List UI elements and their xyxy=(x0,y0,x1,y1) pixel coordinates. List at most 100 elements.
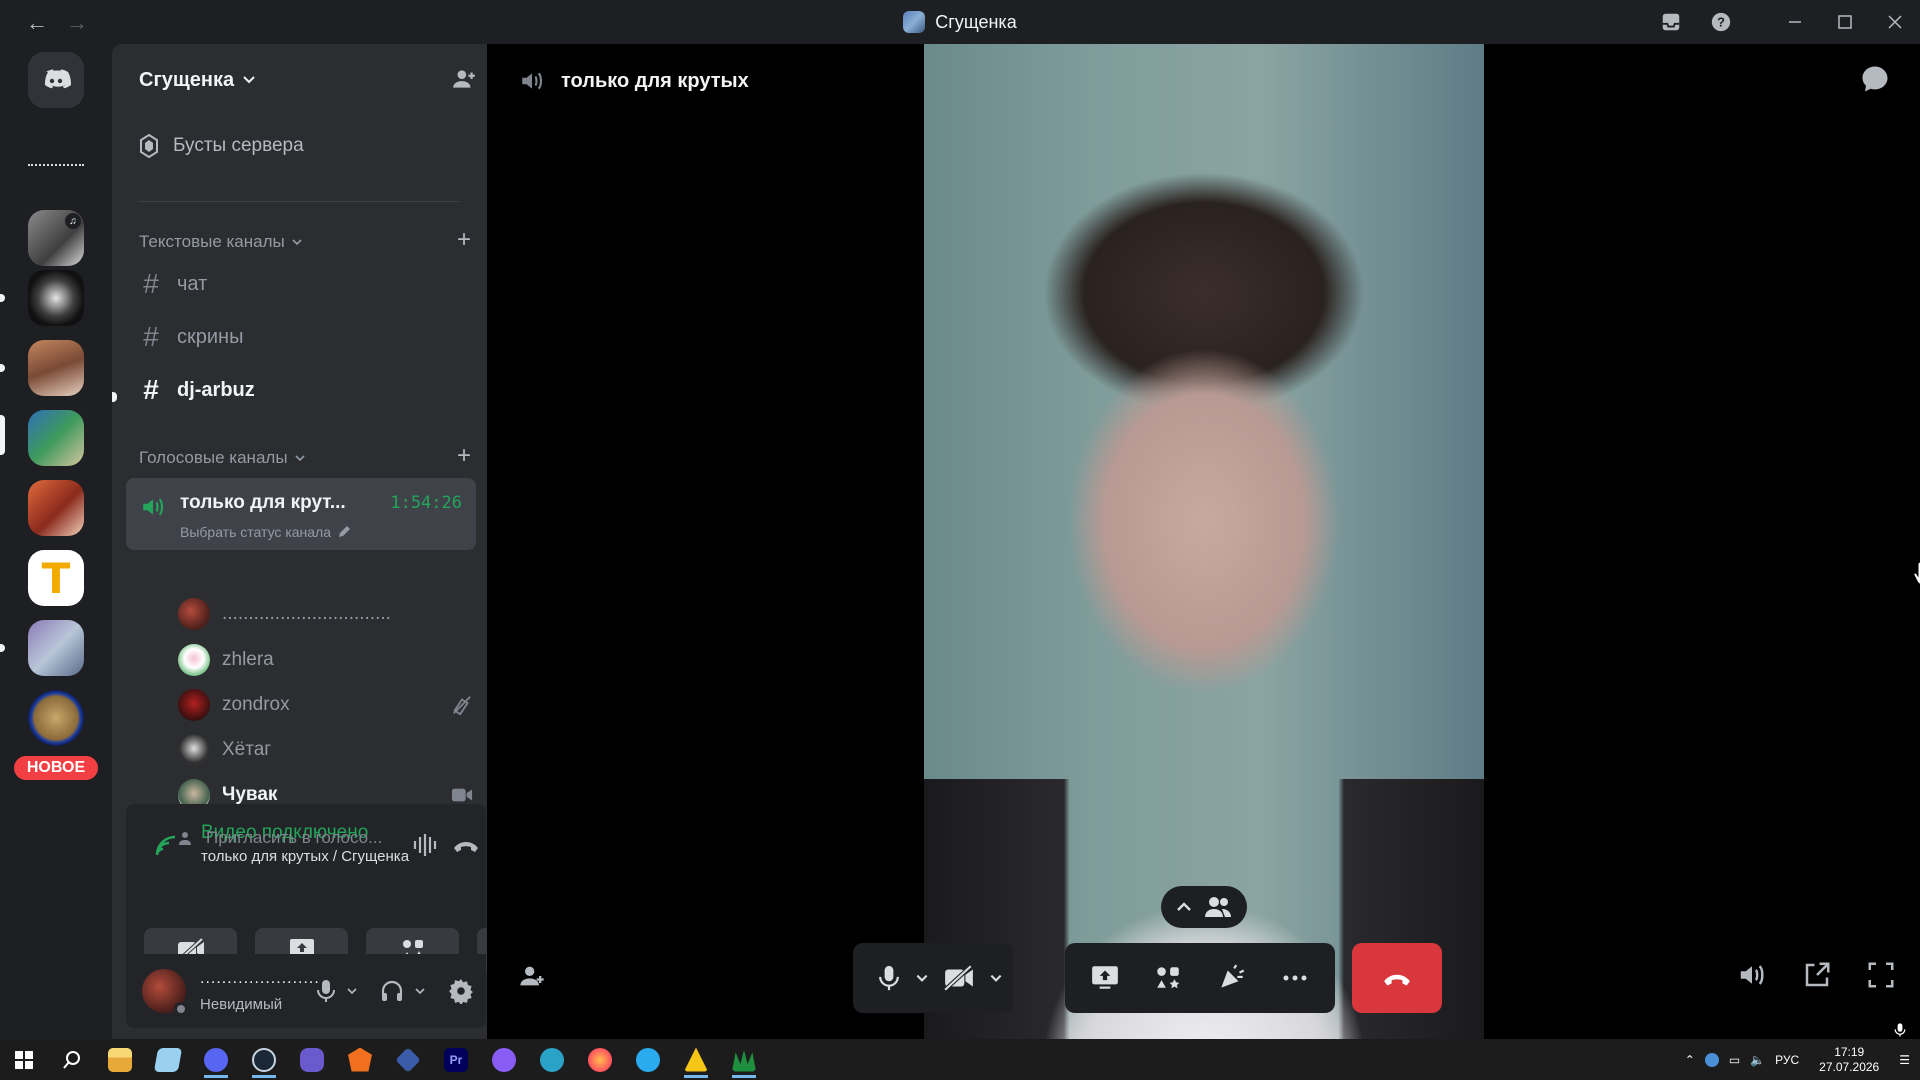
discord-taskbar-icon[interactable] xyxy=(192,1039,240,1080)
minimize-icon[interactable] xyxy=(1770,0,1820,44)
notes-app-icon[interactable] xyxy=(144,1039,192,1080)
invite-people-icon[interactable] xyxy=(451,66,477,92)
browser-icon[interactable] xyxy=(528,1039,576,1080)
help-icon[interactable]: ? xyxy=(1696,0,1746,44)
server-icon-3[interactable] xyxy=(28,340,84,396)
boost-gem-icon xyxy=(139,134,159,158)
channel-name: чат xyxy=(177,272,208,295)
settings-gear-icon[interactable] xyxy=(448,978,474,1004)
language-indicator[interactable]: РУС xyxy=(1775,1053,1799,1067)
add-text-channel-icon[interactable]: + xyxy=(457,226,471,254)
system-tray: ⌃ ▭ 🔈 РУС 17:19 27.07.2026 ☰ xyxy=(1685,1039,1920,1080)
voice-status-subtitle[interactable]: только для крутых / Сгущенка xyxy=(201,848,409,865)
telegram-icon[interactable] xyxy=(624,1039,672,1080)
channel-status-label: Выбрать статус канала xyxy=(180,524,332,540)
channel-item-chat[interactable]: # чат xyxy=(139,268,207,300)
clock[interactable]: 17:19 27.07.2026 xyxy=(1819,1045,1879,1075)
category-text-channels[interactable]: Текстовые каналы xyxy=(139,232,303,252)
maximize-icon[interactable] xyxy=(1820,0,1870,44)
video-stage: только для крутых xyxy=(487,44,1920,1039)
add-voice-channel-icon[interactable]: + xyxy=(457,442,471,470)
chevron-down-icon xyxy=(242,73,256,87)
discord-home-icon[interactable] xyxy=(28,52,84,108)
more-options-icon[interactable] xyxy=(1265,943,1325,1013)
volume-icon[interactable] xyxy=(1736,960,1768,990)
server-icon-6[interactable]: T xyxy=(28,550,84,606)
microphone-button[interactable] xyxy=(867,943,911,1013)
camera-button[interactable] xyxy=(933,943,985,1013)
server-icon-1[interactable]: ♫ xyxy=(28,210,84,266)
voice-user-name: ................................ xyxy=(222,603,391,624)
firefox-icon[interactable] xyxy=(576,1039,624,1080)
user-name[interactable]: ...................... xyxy=(200,970,320,988)
fox-app-icon[interactable] xyxy=(336,1039,384,1080)
invite-to-voice-link[interactable]: Пригласить в голосо... xyxy=(178,828,382,848)
activities-button[interactable] xyxy=(1138,943,1198,1013)
disconnect-call-button[interactable] xyxy=(1352,943,1442,1013)
channel-item-screens[interactable]: # скрины xyxy=(139,321,243,353)
steam-icon[interactable] xyxy=(240,1039,288,1080)
server-icon-4[interactable] xyxy=(28,410,84,466)
network-globe-icon[interactable] xyxy=(1704,1052,1719,1067)
chat-bubble-icon[interactable] xyxy=(1860,64,1890,94)
new-badge[interactable]: НОВОЕ xyxy=(11,753,101,783)
channel-item-dj-arbuz[interactable]: # dj-arbuz xyxy=(139,374,255,406)
disconnect-icon[interactable] xyxy=(452,836,480,854)
warning-app-icon[interactable] xyxy=(672,1039,720,1080)
notifications-icon[interactable]: ☰ xyxy=(1899,1053,1910,1067)
server-icon-8[interactable] xyxy=(28,690,84,746)
tray-expand-icon[interactable]: ⌃ xyxy=(1685,1053,1695,1067)
voice-user[interactable]: ................................ xyxy=(178,598,391,630)
voice-user[interactable]: zhlera xyxy=(178,644,274,676)
fullscreen-icon[interactable] xyxy=(1866,960,1896,990)
server-icon-7[interactable] xyxy=(28,620,84,676)
microphone-icon[interactable] xyxy=(316,979,336,1003)
server-selected-pill xyxy=(0,415,5,455)
noise-suppression-icon[interactable] xyxy=(412,832,440,858)
server-boosts[interactable]: Бусты сервера xyxy=(139,134,304,158)
search-icon[interactable] xyxy=(48,1039,96,1080)
server-header[interactable]: Сгущенка xyxy=(112,44,487,116)
voice-user[interactable]: zondrox xyxy=(178,689,290,721)
pop-out-icon[interactable] xyxy=(1802,960,1832,990)
invite-user-icon[interactable] xyxy=(517,962,547,990)
screen-share-button[interactable] xyxy=(1075,943,1135,1013)
media-app-icon[interactable] xyxy=(480,1039,528,1080)
display-icon[interactable]: ▭ xyxy=(1729,1053,1740,1067)
voice-user[interactable]: Хётаг xyxy=(178,734,271,766)
chevron-down-icon xyxy=(294,452,306,464)
file-explorer-icon[interactable] xyxy=(96,1039,144,1080)
premiere-pro-icon[interactable]: Pr xyxy=(432,1039,480,1080)
soundboard-button[interactable] xyxy=(1202,943,1262,1013)
camera-options-chevron-icon[interactable] xyxy=(985,943,1007,1013)
channel-status-button[interactable]: Выбрать статус канала xyxy=(180,524,351,540)
server-icon-2[interactable] xyxy=(28,270,84,326)
server-unread-pill xyxy=(0,644,5,652)
server-name: Сгущенка xyxy=(139,68,235,91)
channel-name: dj-arbuz xyxy=(177,378,255,401)
expand-participants-button[interactable] xyxy=(1161,886,1247,928)
mic-options-chevron-icon[interactable] xyxy=(911,943,933,1013)
volume-tray-icon[interactable]: 🔈 xyxy=(1750,1053,1765,1067)
game-launcher-icon[interactable] xyxy=(288,1039,336,1080)
server-icon-5[interactable] xyxy=(28,480,84,536)
status-indicator xyxy=(174,1002,188,1016)
close-icon[interactable] xyxy=(1870,0,1920,44)
category-voice-channels[interactable]: Голосовые каналы xyxy=(139,448,306,468)
headphones-icon[interactable] xyxy=(380,979,404,1003)
video-camera-icon xyxy=(451,785,473,805)
voice-user-name: Хётаг xyxy=(222,739,272,760)
chevron-down-icon[interactable] xyxy=(414,985,426,997)
category-label: Текстовые каналы xyxy=(139,232,285,251)
voice-channel-active[interactable]: только для крут... 1:54:26 Выбрать стату… xyxy=(126,478,476,550)
windows-start-icon[interactable] xyxy=(0,1039,48,1080)
server-unread-pill xyxy=(0,294,5,302)
signal-icon[interactable] xyxy=(154,834,178,858)
bandicam-icon[interactable] xyxy=(720,1039,768,1080)
vpn-app-icon[interactable] xyxy=(384,1039,432,1080)
inbox-icon[interactable] xyxy=(1646,0,1696,44)
speaker-icon xyxy=(519,68,545,94)
avatar xyxy=(178,734,210,766)
hash-icon: # xyxy=(143,268,159,299)
chevron-down-icon[interactable] xyxy=(346,985,358,997)
